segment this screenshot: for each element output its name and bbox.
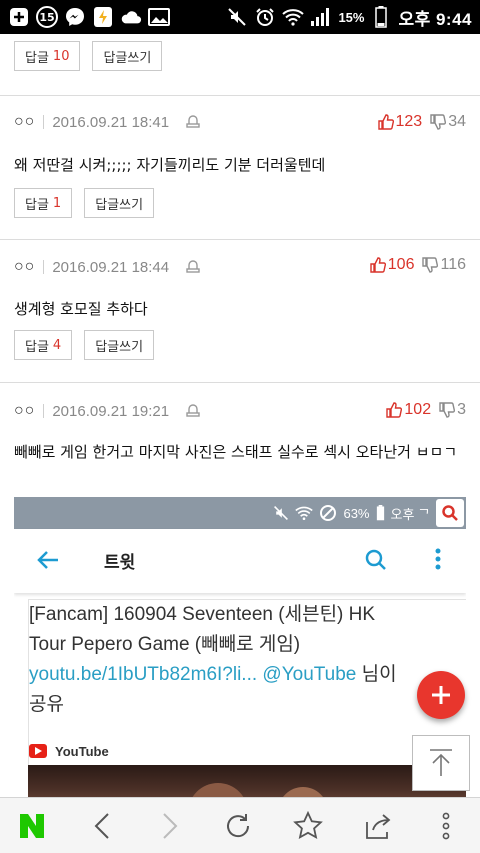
app-icon xyxy=(92,6,114,28)
upvote-button[interactable]: 123 xyxy=(377,113,423,131)
no-sim-icon xyxy=(320,505,337,521)
thumbs-down-icon xyxy=(430,114,447,130)
cloud-icon xyxy=(120,6,142,28)
comment-item: ○○ 2016.09.21 18:44 106 116 생계형 호모질 추하다 … xyxy=(0,240,480,383)
reply-count-button[interactable]: 답글 1 xyxy=(14,188,73,218)
clock: 오후 9:44 xyxy=(398,9,472,29)
write-reply-button[interactable]: 답글쓰기 xyxy=(84,188,155,218)
back-arrow-icon xyxy=(36,549,60,575)
back-arrow-icon[interactable] xyxy=(86,810,118,842)
comment-date: 2016.09.21 18:41 xyxy=(52,113,170,131)
nickname[interactable]: ○○ xyxy=(14,113,35,131)
scroll-to-top-button[interactable] xyxy=(412,735,470,791)
alarm-icon xyxy=(254,6,276,28)
thumbs-up-icon xyxy=(386,402,403,418)
thumbs-down-icon xyxy=(422,257,439,273)
write-reply-button[interactable]: 답글쓰기 xyxy=(84,330,155,360)
comment-text: 왜 저딴걸 시켜;;;;; 자기들끼리도 기분 더러울텐데 xyxy=(14,156,326,174)
downvote-count: 3 xyxy=(457,401,466,418)
more-vertical-icon xyxy=(434,547,442,575)
search-icon xyxy=(364,548,388,576)
gallery-icon xyxy=(148,6,170,28)
write-comment-fab[interactable] xyxy=(417,671,465,719)
downvote-count: 116 xyxy=(440,256,466,273)
upvote-count: 102 xyxy=(404,401,432,418)
upvote-button[interactable]: 102 xyxy=(386,401,431,419)
signal-icon xyxy=(310,6,332,28)
divider xyxy=(43,404,45,418)
nickname[interactable]: ○○ xyxy=(14,258,35,276)
embedded-time: 오후 ᄀ xyxy=(390,506,431,522)
downvote-button[interactable]: 3 xyxy=(439,401,466,419)
wifi-icon xyxy=(282,6,305,28)
embedded-title: 트윗 xyxy=(104,553,136,573)
tweet-mention: @YouTube xyxy=(257,664,357,685)
mute-icon xyxy=(274,506,289,520)
thumbs-up-icon xyxy=(370,257,386,273)
wifi-icon xyxy=(295,506,314,521)
reply-count-button[interactable]: 답글 4 xyxy=(14,330,73,360)
plus-box-icon xyxy=(8,6,30,28)
bookmark-star-icon[interactable] xyxy=(292,810,324,842)
report-siren-icon[interactable] xyxy=(185,112,201,133)
forward-arrow-icon[interactable] xyxy=(154,810,186,842)
divider xyxy=(43,115,45,129)
battery-icon xyxy=(370,6,392,28)
comment-item: 답글 10 답글쓰기 xyxy=(0,34,480,96)
thumbs-up-icon xyxy=(377,114,394,130)
youtube-card-header: YouTube xyxy=(29,736,466,766)
write-reply-button[interactable]: 답글쓰기 xyxy=(92,41,163,71)
report-siren-icon[interactable] xyxy=(185,401,201,422)
thumbs-down-icon xyxy=(439,402,456,418)
messenger-icon xyxy=(64,6,86,28)
youtube-logo-icon xyxy=(29,744,47,758)
thumbnail-figure xyxy=(188,783,248,797)
comment-item: ○○ 2016.09.21 18:41 123 34 왜 저딴걸 시켜;;;;;… xyxy=(0,96,480,240)
downvote-count: 34 xyxy=(448,113,466,130)
report-siren-icon[interactable] xyxy=(185,257,201,278)
refresh-icon[interactable] xyxy=(222,810,254,842)
embedded-status-bar: 63% 오후 ᄀ xyxy=(14,497,466,529)
battery-percent: 15% xyxy=(338,9,365,25)
mute-icon xyxy=(226,6,248,28)
tweet-text: [Fancam] 160904 Seventeen (세븐틴) HK Tour … xyxy=(29,604,397,715)
divider xyxy=(43,260,45,274)
thumbnail-figure xyxy=(278,787,328,797)
share-icon[interactable] xyxy=(362,810,394,842)
tweet-link: youtu.be/1IbUTb82m6I?li... xyxy=(29,664,258,685)
embedded-battery-percent: 63% xyxy=(343,505,370,521)
search-icon xyxy=(436,499,464,527)
downvote-button[interactable]: 116 xyxy=(422,256,466,274)
reply-count: 4 xyxy=(52,337,62,353)
plus-icon xyxy=(432,686,450,704)
arrow-up-icon xyxy=(430,749,452,776)
status-bar: 15 15% 오후 9:44 xyxy=(0,0,480,34)
comment-date: 2016.09.21 18:44 xyxy=(52,258,170,276)
comment-text: 빼빼로 게임 한거고 마지막 사진은 스태프 실수로 섹시 오타난거 ㅂㅁㄱ xyxy=(14,443,458,461)
nickname[interactable]: ○○ xyxy=(14,402,35,420)
downvote-button[interactable]: 34 xyxy=(430,113,466,131)
upvote-button[interactable]: 106 xyxy=(370,256,415,274)
more-menu-icon[interactable] xyxy=(430,810,462,842)
reply-count-button[interactable]: 답글 10 xyxy=(14,41,81,71)
browser-bottom-bar xyxy=(0,797,480,853)
attached-screenshot[interactable]: 63% 오후 ᄀ 트윗 [Fancam] 160904 Seventeen (세… xyxy=(14,497,466,797)
video-thumbnail xyxy=(28,765,466,797)
reply-count: 1 xyxy=(52,195,62,211)
battery-icon xyxy=(376,505,384,521)
naver-home-icon[interactable] xyxy=(16,810,48,842)
comment-text: 생계형 호모질 추하다 xyxy=(14,300,148,318)
upvote-count: 106 xyxy=(387,256,415,273)
comment-date: 2016.09.21 19:21 xyxy=(52,402,170,420)
youtube-label: YouTube xyxy=(55,743,109,759)
upvote-count: 123 xyxy=(395,113,423,130)
reply-count: 10 xyxy=(52,48,70,64)
notification-count-icon: 15 xyxy=(36,6,58,28)
embedded-toolbar: 트윗 xyxy=(14,529,466,593)
